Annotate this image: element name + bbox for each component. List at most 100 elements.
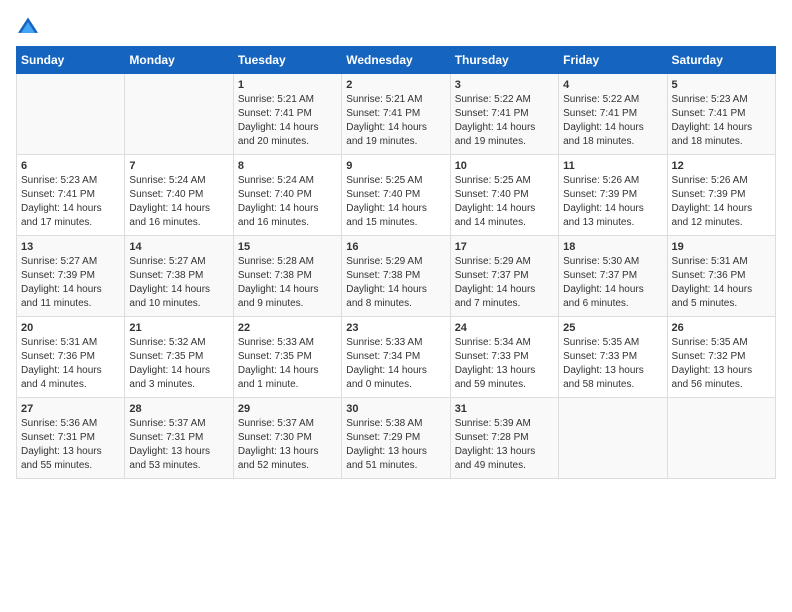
calendar-cell: 1 Sunrise: 5:21 AM Sunset: 7:41 PM Daylig… <box>233 74 341 155</box>
day-content: Sunrise: 5:25 AM Sunset: 7:40 PM Dayligh… <box>346 174 445 230</box>
calendar-cell: 24Sunrise: 5:34 AM Sunset: 7:33 PM Dayli… <box>450 317 558 398</box>
day-number: 31 <box>455 403 554 415</box>
day-content: Sunrise: 5:23 AM Sunset: 7:41 PM Dayligh… <box>21 174 120 230</box>
calendar-week-row: 27 Sunrise: 5:36 AM Sunset: 7:31 PM Dayli… <box>17 398 776 479</box>
day-content: Sunrise: 5:24 AM Sunset: 7:40 PM Dayligh… <box>129 174 228 230</box>
day-content: Sunrise: 5:23 AM Sunset: 7:41 PM Dayligh… <box>672 93 771 149</box>
day-number: 9 <box>346 160 445 172</box>
calendar-cell: 7 Sunrise: 5:24 AM Sunset: 7:40 PM Daylig… <box>125 155 233 236</box>
day-content: Sunrise: 5:36 AM Sunset: 7:31 PM Dayligh… <box>21 417 120 473</box>
calendar-cell: 2 Sunrise: 5:21 AM Sunset: 7:41 PM Daylig… <box>342 74 450 155</box>
day-number: 18 <box>563 241 662 253</box>
day-number: 6 <box>21 160 120 172</box>
day-of-week-header: Saturday <box>667 47 775 74</box>
calendar-cell: 20 Sunrise: 5:31 AM Sunset: 7:36 PM Dayli… <box>17 317 125 398</box>
calendar-cell: 4 Sunrise: 5:22 AM Sunset: 7:41 PM Daylig… <box>559 74 667 155</box>
day-content: Sunrise: 5:31 AM Sunset: 7:36 PM Dayligh… <box>672 255 771 311</box>
calendar-cell: 31 Sunrise: 5:39 AM Sunset: 7:28 PM Dayli… <box>450 398 558 479</box>
day-content: Sunrise: 5:27 AM Sunset: 7:39 PM Dayligh… <box>21 255 120 311</box>
calendar-cell: 28 Sunrise: 5:37 AM Sunset: 7:31 PM Dayli… <box>125 398 233 479</box>
calendar-cell: 3 Sunrise: 5:22 AM Sunset: 7:41 PM Daylig… <box>450 74 558 155</box>
calendar-cell: 13Sunrise: 5:27 AM Sunset: 7:39 PM Dayli… <box>17 236 125 317</box>
calendar-cell: 10Sunrise: 5:25 AM Sunset: 7:40 PM Dayli… <box>450 155 558 236</box>
day-number: 8 <box>238 160 337 172</box>
day-content: Sunrise: 5:39 AM Sunset: 7:28 PM Dayligh… <box>455 417 554 473</box>
day-number: 1 <box>238 79 337 91</box>
calendar-cell <box>125 74 233 155</box>
day-number: 3 <box>455 79 554 91</box>
calendar-table: SundayMondayTuesdayWednesdayThursdayFrid… <box>16 46 776 479</box>
day-of-week-header: Thursday <box>450 47 558 74</box>
day-number: 16 <box>346 241 445 253</box>
calendar-header-row: SundayMondayTuesdayWednesdayThursdayFrid… <box>17 47 776 74</box>
calendar-cell: 23 Sunrise: 5:33 AM Sunset: 7:34 PM Dayli… <box>342 317 450 398</box>
day-content: Sunrise: 5:32 AM Sunset: 7:35 PM Dayligh… <box>129 336 228 392</box>
page-header <box>16 16 776 36</box>
day-content: Sunrise: 5:26 AM Sunset: 7:39 PM Dayligh… <box>563 174 662 230</box>
day-number: 4 <box>563 79 662 91</box>
calendar-cell: 18 Sunrise: 5:30 AM Sunset: 7:37 PM Dayli… <box>559 236 667 317</box>
day-content: Sunrise: 5:30 AM Sunset: 7:37 PM Dayligh… <box>563 255 662 311</box>
day-number: 7 <box>129 160 228 172</box>
calendar-cell: 22 Sunrise: 5:33 AM Sunset: 7:35 PM Dayli… <box>233 317 341 398</box>
day-number: 11 <box>563 160 662 172</box>
day-content: Sunrise: 5:37 AM Sunset: 7:30 PM Dayligh… <box>238 417 337 473</box>
day-number: 5 <box>672 79 771 91</box>
calendar-cell: 26 Sunrise: 5:35 AM Sunset: 7:32 PM Dayli… <box>667 317 775 398</box>
day-number: 2 <box>346 79 445 91</box>
day-content: Sunrise: 5:25 AM Sunset: 7:40 PM Dayligh… <box>455 174 554 230</box>
day-content: Sunrise: 5:24 AM Sunset: 7:40 PM Dayligh… <box>238 174 337 230</box>
day-of-week-header: Wednesday <box>342 47 450 74</box>
day-of-week-header: Monday <box>125 47 233 74</box>
day-number: 20 <box>21 322 120 334</box>
day-number: 25 <box>563 322 662 334</box>
calendar-cell: 19 Sunrise: 5:31 AM Sunset: 7:36 PM Dayli… <box>667 236 775 317</box>
day-number: 21 <box>129 322 228 334</box>
calendar-cell: 30Sunrise: 5:38 AM Sunset: 7:29 PM Dayli… <box>342 398 450 479</box>
calendar-cell: 6 Sunrise: 5:23 AM Sunset: 7:41 PM Daylig… <box>17 155 125 236</box>
day-content: Sunrise: 5:35 AM Sunset: 7:32 PM Dayligh… <box>672 336 771 392</box>
day-number: 14 <box>129 241 228 253</box>
day-number: 27 <box>21 403 120 415</box>
day-content: Sunrise: 5:21 AM Sunset: 7:41 PM Dayligh… <box>346 93 445 149</box>
day-number: 30 <box>346 403 445 415</box>
calendar-cell: 9 Sunrise: 5:25 AM Sunset: 7:40 PM Daylig… <box>342 155 450 236</box>
day-content: Sunrise: 5:29 AM Sunset: 7:38 PM Dayligh… <box>346 255 445 311</box>
day-content: Sunrise: 5:33 AM Sunset: 7:35 PM Dayligh… <box>238 336 337 392</box>
calendar-cell <box>667 398 775 479</box>
day-number: 12 <box>672 160 771 172</box>
calendar-week-row: 6 Sunrise: 5:23 AM Sunset: 7:41 PM Daylig… <box>17 155 776 236</box>
logo-icon <box>16 16 40 36</box>
day-content: Sunrise: 5:34 AM Sunset: 7:33 PM Dayligh… <box>455 336 554 392</box>
calendar-cell: 12 Sunrise: 5:26 AM Sunset: 7:39 PM Dayli… <box>667 155 775 236</box>
day-content: Sunrise: 5:33 AM Sunset: 7:34 PM Dayligh… <box>346 336 445 392</box>
calendar-cell: 25Sunrise: 5:35 AM Sunset: 7:33 PM Dayli… <box>559 317 667 398</box>
calendar-cell: 8 Sunrise: 5:24 AM Sunset: 7:40 PM Daylig… <box>233 155 341 236</box>
calendar-cell: 27 Sunrise: 5:36 AM Sunset: 7:31 PM Dayli… <box>17 398 125 479</box>
calendar-cell: 17Sunrise: 5:29 AM Sunset: 7:37 PM Dayli… <box>450 236 558 317</box>
calendar-cell: 5 Sunrise: 5:23 AM Sunset: 7:41 PM Daylig… <box>667 74 775 155</box>
calendar-cell: 16 Sunrise: 5:29 AM Sunset: 7:38 PM Dayli… <box>342 236 450 317</box>
calendar-cell: 15Sunrise: 5:28 AM Sunset: 7:38 PM Dayli… <box>233 236 341 317</box>
day-number: 23 <box>346 322 445 334</box>
day-number: 26 <box>672 322 771 334</box>
calendar-week-row: 20 Sunrise: 5:31 AM Sunset: 7:36 PM Dayli… <box>17 317 776 398</box>
calendar-cell: 29Sunrise: 5:37 AM Sunset: 7:30 PM Dayli… <box>233 398 341 479</box>
day-number: 19 <box>672 241 771 253</box>
day-number: 28 <box>129 403 228 415</box>
day-content: Sunrise: 5:22 AM Sunset: 7:41 PM Dayligh… <box>563 93 662 149</box>
calendar-week-row: 1 Sunrise: 5:21 AM Sunset: 7:41 PM Daylig… <box>17 74 776 155</box>
logo <box>16 16 44 36</box>
day-content: Sunrise: 5:31 AM Sunset: 7:36 PM Dayligh… <box>21 336 120 392</box>
day-number: 22 <box>238 322 337 334</box>
day-content: Sunrise: 5:28 AM Sunset: 7:38 PM Dayligh… <box>238 255 337 311</box>
day-content: Sunrise: 5:37 AM Sunset: 7:31 PM Dayligh… <box>129 417 228 473</box>
day-content: Sunrise: 5:27 AM Sunset: 7:38 PM Dayligh… <box>129 255 228 311</box>
day-content: Sunrise: 5:21 AM Sunset: 7:41 PM Dayligh… <box>238 93 337 149</box>
day-number: 17 <box>455 241 554 253</box>
day-content: Sunrise: 5:22 AM Sunset: 7:41 PM Dayligh… <box>455 93 554 149</box>
calendar-cell: 14 Sunrise: 5:27 AM Sunset: 7:38 PM Dayli… <box>125 236 233 317</box>
calendar-cell <box>559 398 667 479</box>
day-content: Sunrise: 5:26 AM Sunset: 7:39 PM Dayligh… <box>672 174 771 230</box>
calendar-cell: 21 Sunrise: 5:32 AM Sunset: 7:35 PM Dayli… <box>125 317 233 398</box>
